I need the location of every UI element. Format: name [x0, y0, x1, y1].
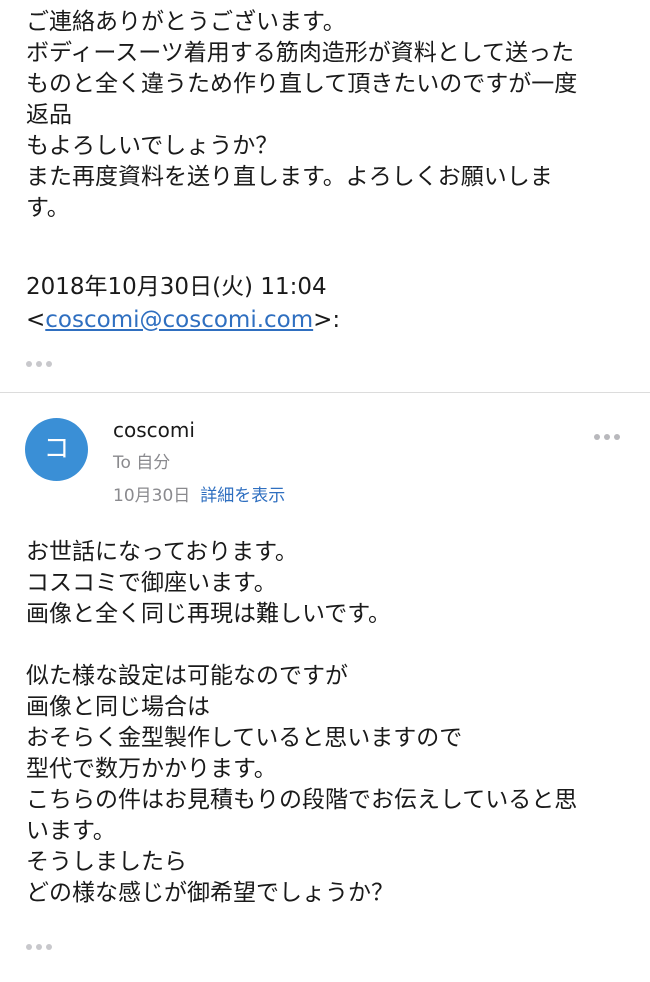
ellipsis-dot-icon [36, 361, 42, 367]
quoted-message: ご連絡ありがとうございます。 ボディースーツ着用する筋肉造形が資料として送った … [26, 0, 626, 224]
ellipsis-dot-icon [26, 944, 32, 950]
body-line: います。 [26, 818, 116, 844]
body-line: 画像と同じ場合は [26, 694, 210, 720]
ellipsis-dot-icon [594, 434, 600, 440]
recipient-line: To 自分 [113, 453, 171, 473]
body-line: コスコミで御座います。 [26, 570, 277, 596]
quoted-line: ご連絡ありがとうございます。 [26, 9, 346, 35]
email-suffix: >: [313, 307, 341, 333]
quoted-line: 返品 [26, 102, 72, 128]
ellipsis-dot-icon [46, 944, 52, 950]
body-line: こちらの件はお見積もりの段階でお伝えしていると思 [26, 787, 578, 813]
body-line: どの様な感じが御希望でしょうか？ [26, 880, 394, 906]
message-body: お世話になっております。 コスコミで御座います。 画像と全く同じ再現は難しいです… [26, 537, 626, 909]
quoted-date-line: 2018年10月30日(火) 11:04 [26, 274, 327, 300]
ellipsis-dot-icon [604, 434, 610, 440]
avatar[interactable]: コ [25, 418, 88, 481]
body-line: そうしましたら [26, 849, 187, 875]
ellipsis-dot-icon [36, 944, 42, 950]
show-details-link[interactable]: 詳細を表示 [200, 486, 285, 506]
message-meta: 10月30日 詳細を表示 [113, 484, 285, 508]
quoted-email-line: <coscomi@coscomi.com>: [26, 305, 340, 336]
more-options-button[interactable] [592, 432, 622, 442]
body-line: おそらく金型製作していると思いますので [26, 725, 463, 751]
message-date: 10月30日 [113, 486, 191, 506]
quoted-line: ものと全く違うため作り直して頂きたいのですが一度 [26, 71, 578, 97]
sender-name[interactable]: coscomi [113, 416, 195, 444]
body-line: お世話になっております。 [26, 539, 298, 565]
body-line: 画像と全く同じ再現は難しいです。 [26, 601, 392, 627]
quoted-line: す。 [26, 195, 70, 221]
email-link[interactable]: coscomi@coscomi.com [45, 307, 313, 333]
quoted-line: もよろしいでしょうか？ [26, 133, 279, 159]
body-line: 似た様な設定は可能なのですが [26, 663, 348, 689]
quoted-line: ボディースーツ着用する筋肉造形が資料として送った [26, 40, 575, 66]
body-line: 型代で数万かかります。 [26, 756, 277, 782]
email-prefix: < [26, 307, 46, 333]
ellipsis-dot-icon [26, 361, 32, 367]
message-divider [0, 392, 650, 393]
quoted-line: また再度資料を送り直します。よろしくお願いしま [26, 164, 553, 190]
show-trimmed-content-button[interactable] [26, 944, 52, 950]
ellipsis-dot-icon [46, 361, 52, 367]
show-quoted-text-button[interactable] [26, 361, 52, 367]
ellipsis-dot-icon [614, 434, 620, 440]
